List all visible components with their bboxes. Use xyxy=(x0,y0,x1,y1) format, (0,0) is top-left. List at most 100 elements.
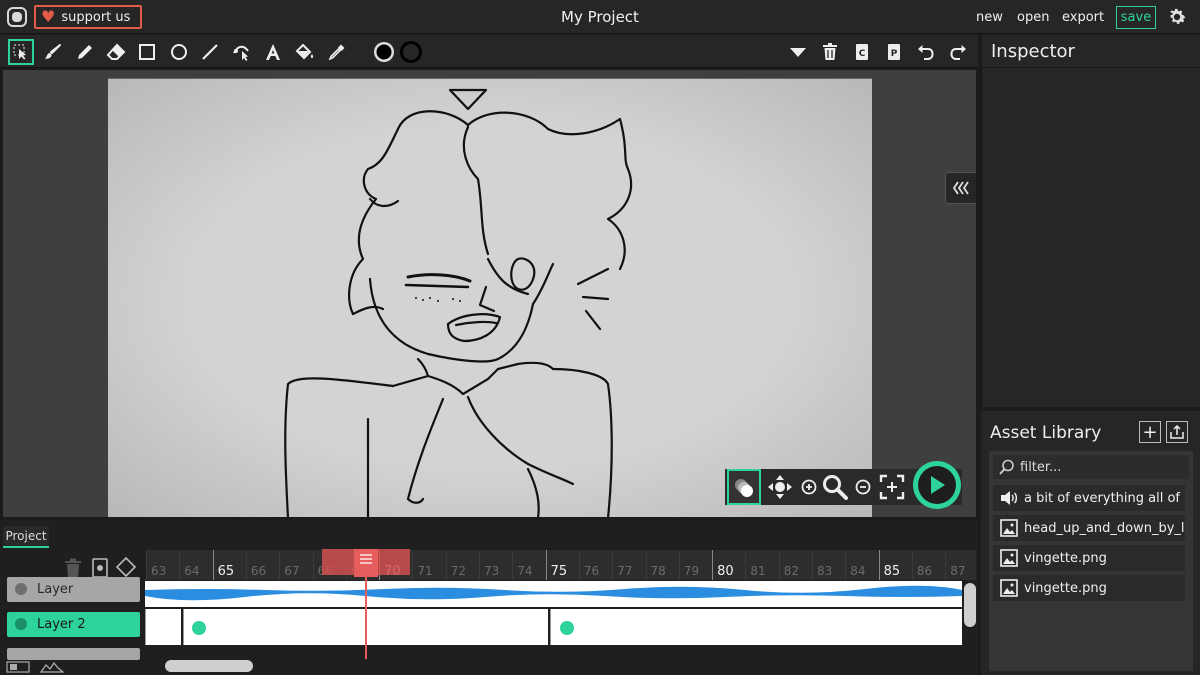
collapse-panel-icon[interactable] xyxy=(945,172,976,204)
asset-item[interactable]: vingette.png xyxy=(993,575,1185,601)
frame-tick[interactable]: 83 xyxy=(812,550,845,580)
asset-filter[interactable] xyxy=(993,455,1189,479)
frame-tick[interactable]: 85 xyxy=(878,550,912,580)
frame-tick[interactable]: 73 xyxy=(479,550,512,580)
add-keyframe-icon[interactable] xyxy=(116,557,136,577)
paste-icon[interactable]: P xyxy=(881,39,907,65)
add-layer-icon[interactable] xyxy=(92,558,108,578)
keyframe-dot[interactable] xyxy=(560,621,574,635)
keyframe-dot[interactable] xyxy=(192,621,206,635)
stroke-color-swatch[interactable] xyxy=(371,39,397,65)
zoom-icon[interactable] xyxy=(821,469,849,505)
frame-tick[interactable]: 78 xyxy=(645,550,679,580)
keyframe-span[interactable] xyxy=(550,609,962,645)
open-menu-item[interactable]: open xyxy=(1017,10,1049,25)
frame-tick[interactable]: 84 xyxy=(845,550,878,580)
frame-tick[interactable]: 74 xyxy=(512,550,545,580)
play-button[interactable] xyxy=(913,461,961,509)
image-icon xyxy=(1000,519,1018,537)
frame-tick[interactable]: 82 xyxy=(778,550,812,580)
timeline-ruler[interactable]: 6364656667686970717273747576777879808182… xyxy=(146,550,976,580)
search-icon xyxy=(999,459,1014,475)
layer-name: Layer xyxy=(37,582,74,597)
eye-icon[interactable] xyxy=(15,618,27,630)
film-icon[interactable] xyxy=(6,661,30,673)
save-button[interactable]: save xyxy=(1116,6,1156,29)
drawing-stage[interactable] xyxy=(108,78,872,517)
waveform-view-icon[interactable] xyxy=(40,661,64,673)
audio-track[interactable] xyxy=(145,581,962,607)
eraser-icon[interactable] xyxy=(103,39,129,65)
frame-tick[interactable]: 87 xyxy=(945,550,976,580)
path-edit-icon[interactable] xyxy=(229,39,255,65)
frame-tick[interactable]: 80 xyxy=(712,550,745,580)
asset-library-panel: Asset Library + a bit of everything all … xyxy=(981,411,1200,675)
pencil-icon[interactable] xyxy=(72,39,98,65)
svg-text:C: C xyxy=(859,49,866,59)
frame-tick[interactable]: 86 xyxy=(911,550,945,580)
tab-project[interactable]: Project xyxy=(3,526,49,548)
import-asset-icon[interactable] xyxy=(1166,421,1188,443)
frame-tick[interactable]: 67 xyxy=(279,550,312,580)
zoom-out-icon[interactable] xyxy=(853,469,873,505)
text-icon[interactable] xyxy=(260,39,286,65)
onion-skin-icon[interactable] xyxy=(727,469,761,505)
layer-row[interactable]: Layer 2 xyxy=(7,612,140,637)
frame-tick[interactable]: 65 xyxy=(212,550,246,580)
undo-icon[interactable] xyxy=(913,39,939,65)
asset-item[interactable]: vingette.png xyxy=(993,545,1185,571)
fit-to-screen-icon[interactable] xyxy=(877,469,907,505)
line-icon[interactable] xyxy=(197,39,223,65)
frame-tick[interactable]: 76 xyxy=(578,550,612,580)
timeline-horizontal-scrollbar[interactable] xyxy=(165,660,253,672)
dropdown-icon[interactable] xyxy=(785,39,811,65)
brush-icon[interactable] xyxy=(40,39,66,65)
support-us-button[interactable]: ♥ support us xyxy=(34,5,142,29)
eyedropper-icon[interactable] xyxy=(324,39,350,65)
top-bar: ♥ support us My Project new open export … xyxy=(0,0,1200,34)
frame-tick[interactable]: 75 xyxy=(545,550,579,580)
timeline-vertical-scrollbar[interactable] xyxy=(964,583,976,627)
layer-name: Layer 2 xyxy=(37,617,86,632)
frame-tick[interactable]: 64 xyxy=(179,550,212,580)
redo-icon[interactable] xyxy=(945,39,971,65)
ellipse-icon[interactable] xyxy=(166,39,192,65)
delete-icon[interactable] xyxy=(817,39,843,65)
app-window: ♥ support us My Project new open export … xyxy=(0,0,1200,675)
layer-2-track[interactable] xyxy=(145,608,962,646)
asset-name: head_up_and_down_by_l xyxy=(1024,520,1185,536)
rectangle-icon[interactable] xyxy=(134,39,160,65)
layer-row[interactable] xyxy=(7,648,140,660)
zoom-in-icon[interactable] xyxy=(799,469,819,505)
copy-icon[interactable]: C xyxy=(849,39,875,65)
asset-item[interactable]: a bit of everything all of xyxy=(993,485,1185,511)
character-drawing xyxy=(284,88,633,517)
keyframe-span[interactable] xyxy=(145,609,181,645)
playhead-handle[interactable] xyxy=(354,549,378,577)
frame-tick[interactable]: 81 xyxy=(745,550,778,580)
add-asset-icon[interactable]: + xyxy=(1139,421,1161,443)
export-menu-item[interactable]: export xyxy=(1062,10,1104,25)
settings-gear-icon[interactable] xyxy=(1166,6,1188,28)
new-menu-item[interactable]: new xyxy=(976,10,1003,25)
app-logo-icon[interactable] xyxy=(7,7,27,27)
inspector-panel: Inspector xyxy=(981,35,1200,407)
frame-tick[interactable]: 66 xyxy=(245,550,279,580)
fill-bucket-icon[interactable] xyxy=(292,39,318,65)
delete-layer-icon[interactable] xyxy=(64,558,82,578)
frame-tick[interactable]: 77 xyxy=(612,550,645,580)
asset-filter-input[interactable] xyxy=(1020,459,1180,475)
frame-tick[interactable]: 71 xyxy=(412,550,445,580)
frame-tick[interactable]: 63 xyxy=(146,550,179,580)
eye-icon[interactable] xyxy=(15,583,27,595)
pan-icon[interactable] xyxy=(765,469,795,505)
asset-item[interactable]: head_up_and_down_by_l xyxy=(993,515,1185,541)
tool-bar: C P xyxy=(0,35,978,68)
frame-tick[interactable]: 79 xyxy=(678,550,712,580)
asset-name: vingette.png xyxy=(1024,550,1107,566)
timeline-footer xyxy=(6,661,66,673)
layer-row[interactable]: Layer xyxy=(7,577,140,602)
frame-tick[interactable]: 72 xyxy=(445,550,479,580)
fill-color-swatch[interactable] xyxy=(398,39,424,65)
select-icon[interactable] xyxy=(8,39,34,65)
